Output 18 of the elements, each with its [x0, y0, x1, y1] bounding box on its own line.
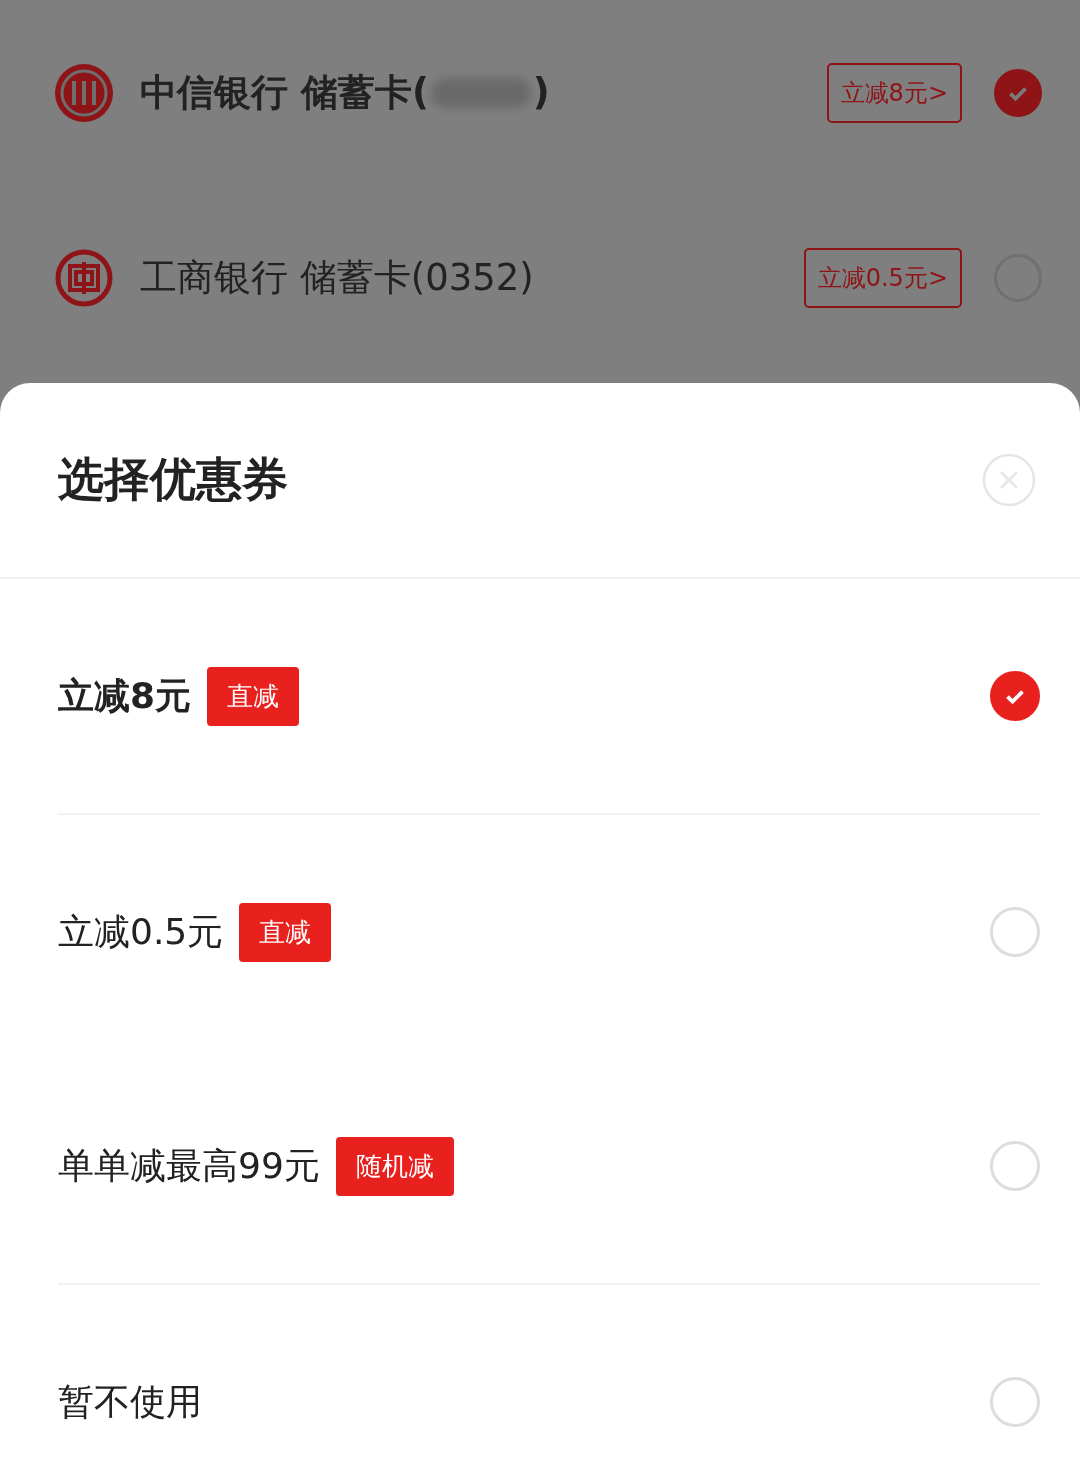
discount-button[interactable]: 立减8元>: [826, 62, 962, 123]
coupon-label: 单单减最高99元: [58, 1143, 320, 1188]
bank-logo-icon: [54, 62, 114, 123]
radio-button[interactable]: [990, 671, 1040, 721]
coupon-label: 立减0.5元: [58, 909, 224, 954]
bank-card-name-end: ): [532, 71, 550, 114]
close-icon[interactable]: [982, 453, 1036, 507]
bank-logo-icon: [54, 247, 114, 308]
coupon-label: 立减8元: [58, 673, 192, 718]
radio-button[interactable]: [994, 68, 1042, 117]
sheet-title: 选择优惠券: [58, 451, 288, 508]
bank-card-name: 中信银行 储蓄卡(: [140, 69, 429, 116]
discount-button[interactable]: 立减0.5元>: [803, 247, 962, 308]
coupon-label: 暂不使用: [58, 1379, 202, 1424]
bank-card-name: 工商银行 储蓄卡(0352): [140, 254, 534, 301]
coupon-tag: 直减: [207, 666, 300, 726]
coupon-tag: 随机减: [335, 1136, 454, 1196]
coupon-tag: 直减: [239, 902, 332, 962]
